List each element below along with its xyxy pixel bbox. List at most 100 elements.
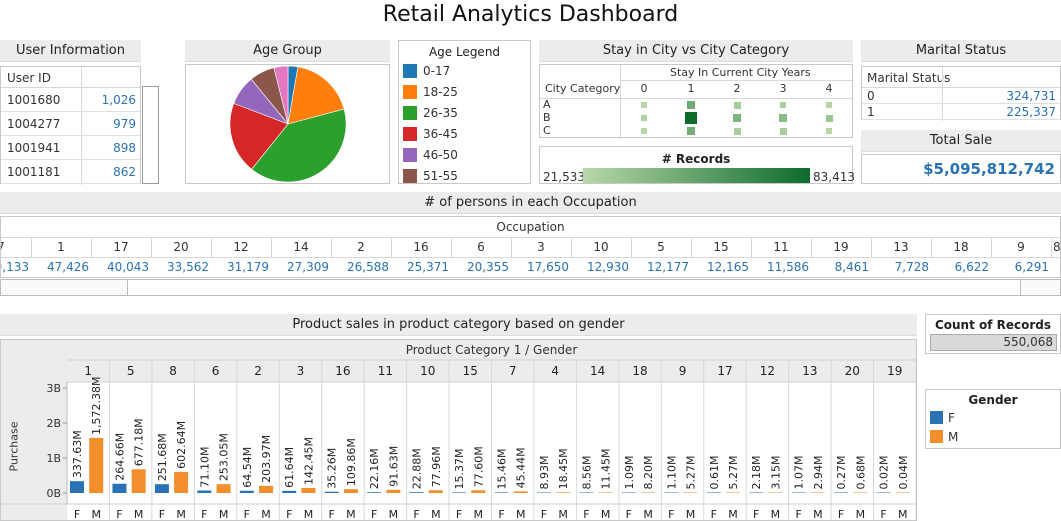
bar-M-7[interactable]	[513, 491, 528, 493]
stay-heat-cell[interactable]	[779, 114, 787, 122]
total-sale-box: $5,095,812,742	[861, 154, 1061, 184]
bar-M-5[interactable]	[131, 469, 146, 493]
bar-M-3[interactable]	[301, 488, 316, 493]
bar-M-20[interactable]	[853, 492, 868, 494]
occupation-count: 33,562	[167, 260, 209, 274]
stay-heat-cell[interactable]	[641, 128, 647, 134]
age-group-panel: Age Group	[185, 40, 390, 62]
bar-M-13[interactable]	[810, 492, 825, 494]
product-title: Product sales in product category based …	[0, 314, 917, 336]
count-records-box: Count of Records 550,068	[925, 314, 1061, 354]
bar-F-10[interactable]	[409, 492, 424, 493]
gender-legend-item[interactable]: F	[930, 410, 1050, 428]
bar-F-18[interactable]	[621, 492, 636, 494]
stay-heat-cell[interactable]	[825, 114, 833, 122]
occupation-count: 6,622	[954, 260, 989, 274]
bar-M-4[interactable]	[556, 492, 571, 493]
bar-F-2[interactable]	[239, 490, 254, 493]
gender-axis-label: F	[795, 508, 801, 521]
stay-col-label: 3	[779, 82, 787, 95]
stay-heat-cell[interactable]	[733, 127, 741, 135]
age-legend-item[interactable]: 46-50	[401, 145, 529, 166]
user-row[interactable]: 1004277 979	[1, 112, 140, 136]
marital-row[interactable]: 0 324,731	[862, 88, 1060, 104]
age-legend-label: 26-35	[423, 106, 458, 120]
bar-value-label: 22.88M	[411, 448, 424, 489]
bar-M-8[interactable]	[174, 471, 189, 493]
stay-heat-cell[interactable]	[826, 102, 832, 108]
marital-row[interactable]: 1 225,337	[862, 104, 1060, 120]
stay-heat-cell[interactable]	[733, 114, 741, 122]
stay-heat-cell[interactable]	[779, 127, 787, 135]
bar-value-label: 0.68M	[854, 456, 867, 490]
bar-F-1[interactable]	[70, 481, 84, 493]
user-info-scrollbar[interactable]	[142, 86, 159, 184]
gender-legend-item[interactable]: M	[930, 429, 1050, 447]
bar-F-14[interactable]	[579, 492, 594, 494]
category-label: 16	[335, 364, 350, 378]
bar-F-17[interactable]	[706, 492, 721, 494]
bar-F-12[interactable]	[749, 492, 764, 494]
bar-F-4[interactable]	[536, 492, 551, 494]
age-legend-item[interactable]: 51-55	[401, 166, 529, 183]
stay-heat-cell[interactable]	[687, 127, 695, 135]
age-legend-item[interactable]: 26-35	[401, 103, 529, 124]
stay-heat-cell[interactable]	[641, 115, 647, 121]
bar-value-label: 337.63M	[71, 430, 84, 478]
bar-M-10[interactable]	[428, 490, 443, 493]
bar-M-12[interactable]	[768, 492, 783, 494]
gender-axis-label: F	[456, 508, 462, 521]
stay-heat-cell[interactable]	[780, 102, 786, 108]
category-label: 18	[632, 364, 647, 378]
stay-heat-cell[interactable]	[733, 101, 741, 109]
records-legend-title: # Records	[661, 152, 731, 166]
bar-M-19[interactable]	[895, 492, 910, 494]
bar-M-6[interactable]	[216, 484, 231, 493]
bar-M-17[interactable]	[725, 492, 740, 494]
bar-F-6[interactable]	[197, 490, 212, 493]
bar-F-5[interactable]	[112, 483, 127, 493]
stay-heat-cell[interactable]	[687, 101, 695, 109]
records-legend: # Records 21,533 83,413	[539, 146, 855, 184]
bar-F-7[interactable]	[494, 492, 509, 493]
bar-value-label: 71.10M	[198, 447, 211, 488]
legend-swatch	[930, 411, 943, 424]
gender-axis-label: F	[668, 508, 674, 521]
bar-F-15[interactable]	[452, 492, 467, 493]
bar-M-14[interactable]	[598, 492, 613, 494]
user-row[interactable]: 1001181 862	[1, 160, 140, 184]
bar-M-18[interactable]	[641, 492, 656, 494]
age-legend-item[interactable]: 0-17	[401, 61, 529, 82]
bar-F-11[interactable]	[367, 492, 382, 493]
user-row[interactable]: 1001941 898	[1, 136, 140, 160]
occupation-scrollbar[interactable]	[0, 279, 1061, 296]
stay-heat-cell[interactable]	[685, 112, 697, 124]
bar-M-15[interactable]	[471, 490, 486, 493]
age-legend-item[interactable]: 18-25	[401, 82, 529, 103]
occupation-count: 6,291	[1014, 260, 1049, 274]
stay-heat-cell[interactable]	[641, 102, 647, 108]
y-tick-label: 1B	[46, 452, 61, 465]
bar-F-8[interactable]	[154, 484, 169, 493]
records-max: 83,413	[813, 170, 855, 184]
gender-legend-label: M	[948, 430, 959, 444]
stay-heat-cell[interactable]	[826, 128, 832, 134]
bar-F-19[interactable]	[876, 492, 891, 494]
bar-value-label: 1,572.38M	[90, 376, 103, 434]
gender-axis-label: M	[898, 508, 908, 521]
bar-F-3[interactable]	[282, 490, 297, 493]
age-legend-item[interactable]: 36-45	[401, 124, 529, 145]
bar-F-9[interactable]	[664, 492, 679, 494]
bar-M-2[interactable]	[259, 485, 274, 493]
bar-M-1[interactable]	[89, 437, 104, 493]
bar-F-20[interactable]	[834, 492, 849, 494]
bar-value-label: 64.54M	[241, 447, 254, 488]
user-row[interactable]: 1001680 1,026	[1, 88, 140, 112]
bar-F-13[interactable]	[791, 492, 806, 494]
bar-F-16[interactable]	[324, 491, 339, 493]
bar-M-11[interactable]	[386, 489, 401, 493]
stay-col-label: 4	[825, 82, 833, 95]
occupation-scroll-thumb[interactable]	[127, 280, 1021, 295]
bar-M-16[interactable]	[343, 489, 358, 493]
bar-M-9[interactable]	[683, 492, 698, 494]
